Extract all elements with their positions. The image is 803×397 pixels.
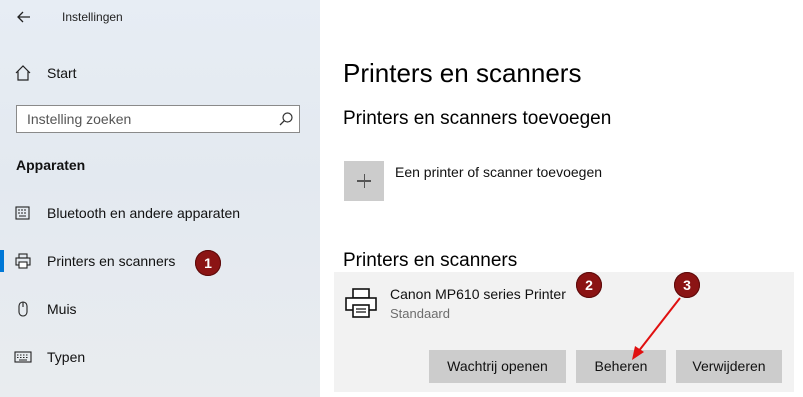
printer-status: Standaard	[390, 306, 450, 321]
sidebar-item-typen[interactable]: Typen	[0, 340, 320, 374]
sidebar-item-mouse[interactable]: Muis	[0, 292, 320, 326]
search-icon[interactable]	[278, 111, 294, 127]
remove-button[interactable]: Verwijderen	[676, 350, 782, 383]
nav-start[interactable]: Start	[0, 58, 320, 88]
home-icon	[15, 65, 31, 81]
sidebar-item-label: Bluetooth en andere apparaten	[47, 205, 241, 221]
sidebar: Instellingen Start Apparaten Bluetooth e…	[0, 0, 320, 397]
active-indicator	[0, 250, 4, 272]
nav-start-label: Start	[47, 65, 77, 81]
page-title: Printers en scanners	[343, 58, 582, 88]
add-printer-button[interactable]	[344, 161, 384, 201]
app-title: Instellingen	[62, 10, 123, 24]
search-input[interactable]	[17, 106, 277, 132]
printer-device-icon	[345, 288, 377, 318]
step-badge-2: 2	[576, 272, 602, 298]
sidebar-item-label: Printers en scanners	[47, 253, 176, 269]
sidebar-item-label: Muis	[47, 301, 77, 317]
sidebar-item-label: Typen	[47, 349, 86, 365]
manage-button[interactable]: Beheren	[576, 350, 666, 383]
sidebar-item-bluetooth[interactable]: Bluetooth en andere apparaten	[0, 196, 320, 230]
add-printer-label[interactable]: Een printer of scanner toevoegen	[395, 164, 602, 180]
printer-name: Canon MP610 series Printer	[390, 286, 566, 302]
keyboard-icon	[14, 351, 32, 363]
bluetooth-keyboard-icon	[15, 206, 30, 220]
printer-icon	[15, 253, 31, 269]
title-bar: Instellingen	[0, 0, 320, 34]
back-arrow-icon[interactable]	[14, 7, 34, 27]
step-badge-3: 3	[674, 272, 700, 298]
open-queue-button[interactable]: Wachtrij openen	[429, 350, 566, 383]
list-section-title: Printers en scanners	[343, 250, 518, 271]
plus-icon-vertical	[363, 174, 365, 188]
search-box[interactable]	[16, 105, 300, 133]
add-section-title: Printers en scanners toevoegen	[343, 108, 612, 129]
section-heading-apparaten: Apparaten	[16, 157, 86, 173]
step-badge-1: 1	[195, 250, 221, 276]
mouse-icon	[18, 301, 28, 317]
sidebar-item-printers[interactable]: Printers en scanners	[0, 244, 320, 278]
